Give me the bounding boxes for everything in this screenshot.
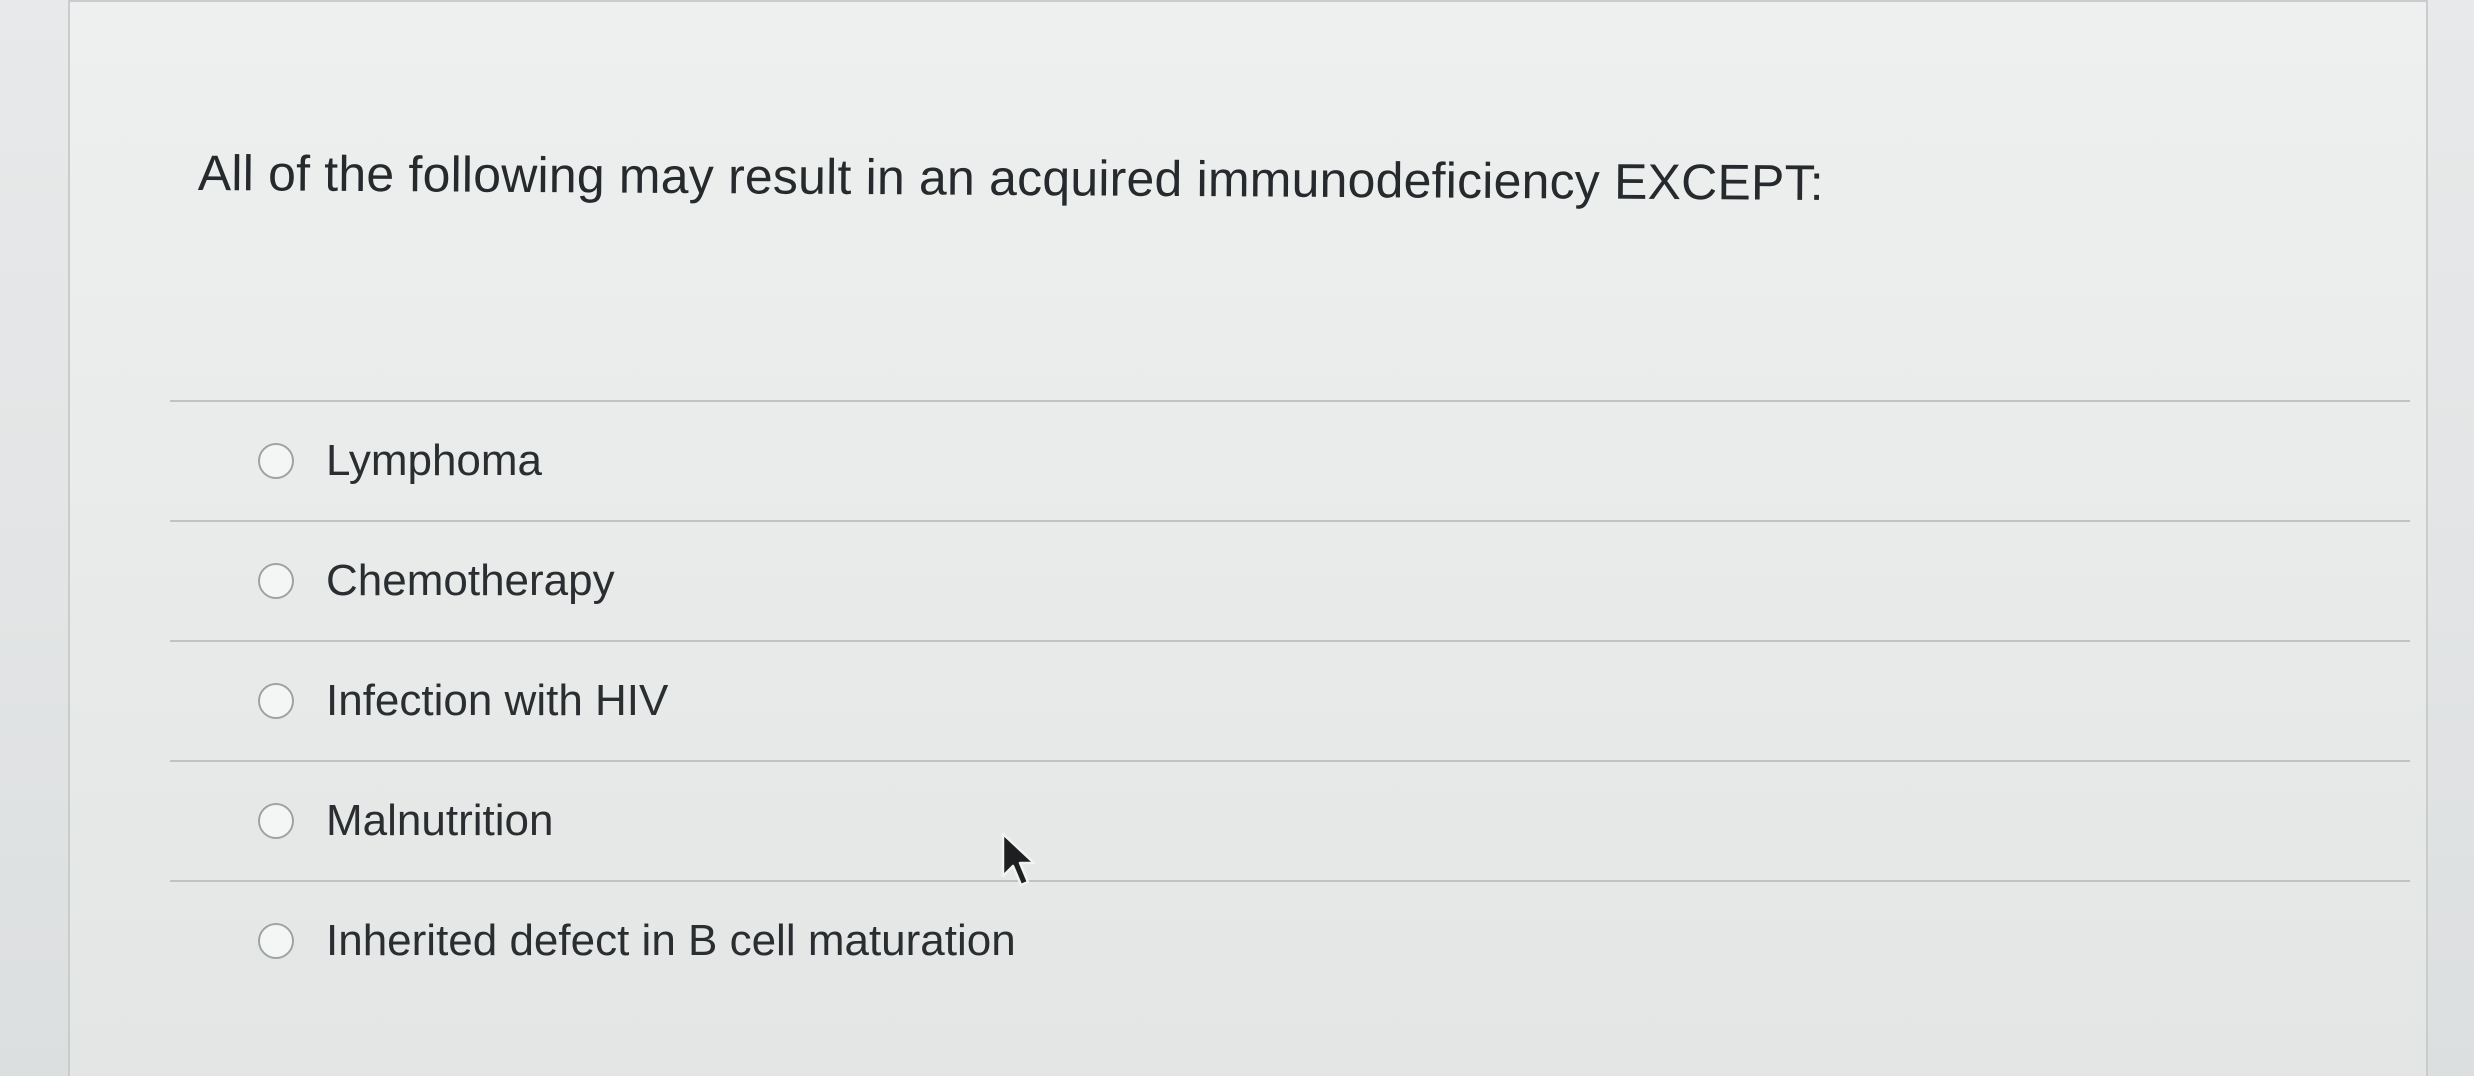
radio-button-icon[interactable] bbox=[258, 683, 294, 719]
option-inherited-defect[interactable]: Inherited defect in B cell maturation bbox=[170, 882, 2410, 1000]
option-hiv[interactable]: Infection with HIV bbox=[170, 642, 2410, 760]
option-lymphoma[interactable]: Lymphoma bbox=[170, 402, 2410, 520]
question-panel: All of the following may result in an ac… bbox=[68, 0, 2428, 1076]
mouse-pointer-icon bbox=[1001, 832, 1036, 887]
radio-button-icon[interactable] bbox=[258, 443, 294, 479]
radio-button-icon[interactable] bbox=[258, 803, 294, 839]
option-label: Chemotherapy bbox=[326, 556, 615, 605]
answer-options: Lymphoma Chemotherapy Infection with HIV… bbox=[170, 400, 2410, 1000]
option-chemotherapy[interactable]: Chemotherapy bbox=[170, 522, 2410, 640]
radio-button-icon[interactable] bbox=[258, 563, 294, 599]
option-label: Malnutrition bbox=[326, 796, 554, 845]
option-malnutrition[interactable]: Malnutrition bbox=[170, 762, 2410, 880]
radio-button-icon[interactable] bbox=[258, 923, 294, 959]
option-label: Lymphoma bbox=[326, 436, 543, 485]
option-label: Inherited defect in B cell maturation bbox=[326, 916, 1016, 965]
question-text: All of the following may result in an ac… bbox=[197, 144, 1825, 211]
option-label: Infection with HIV bbox=[326, 676, 669, 725]
